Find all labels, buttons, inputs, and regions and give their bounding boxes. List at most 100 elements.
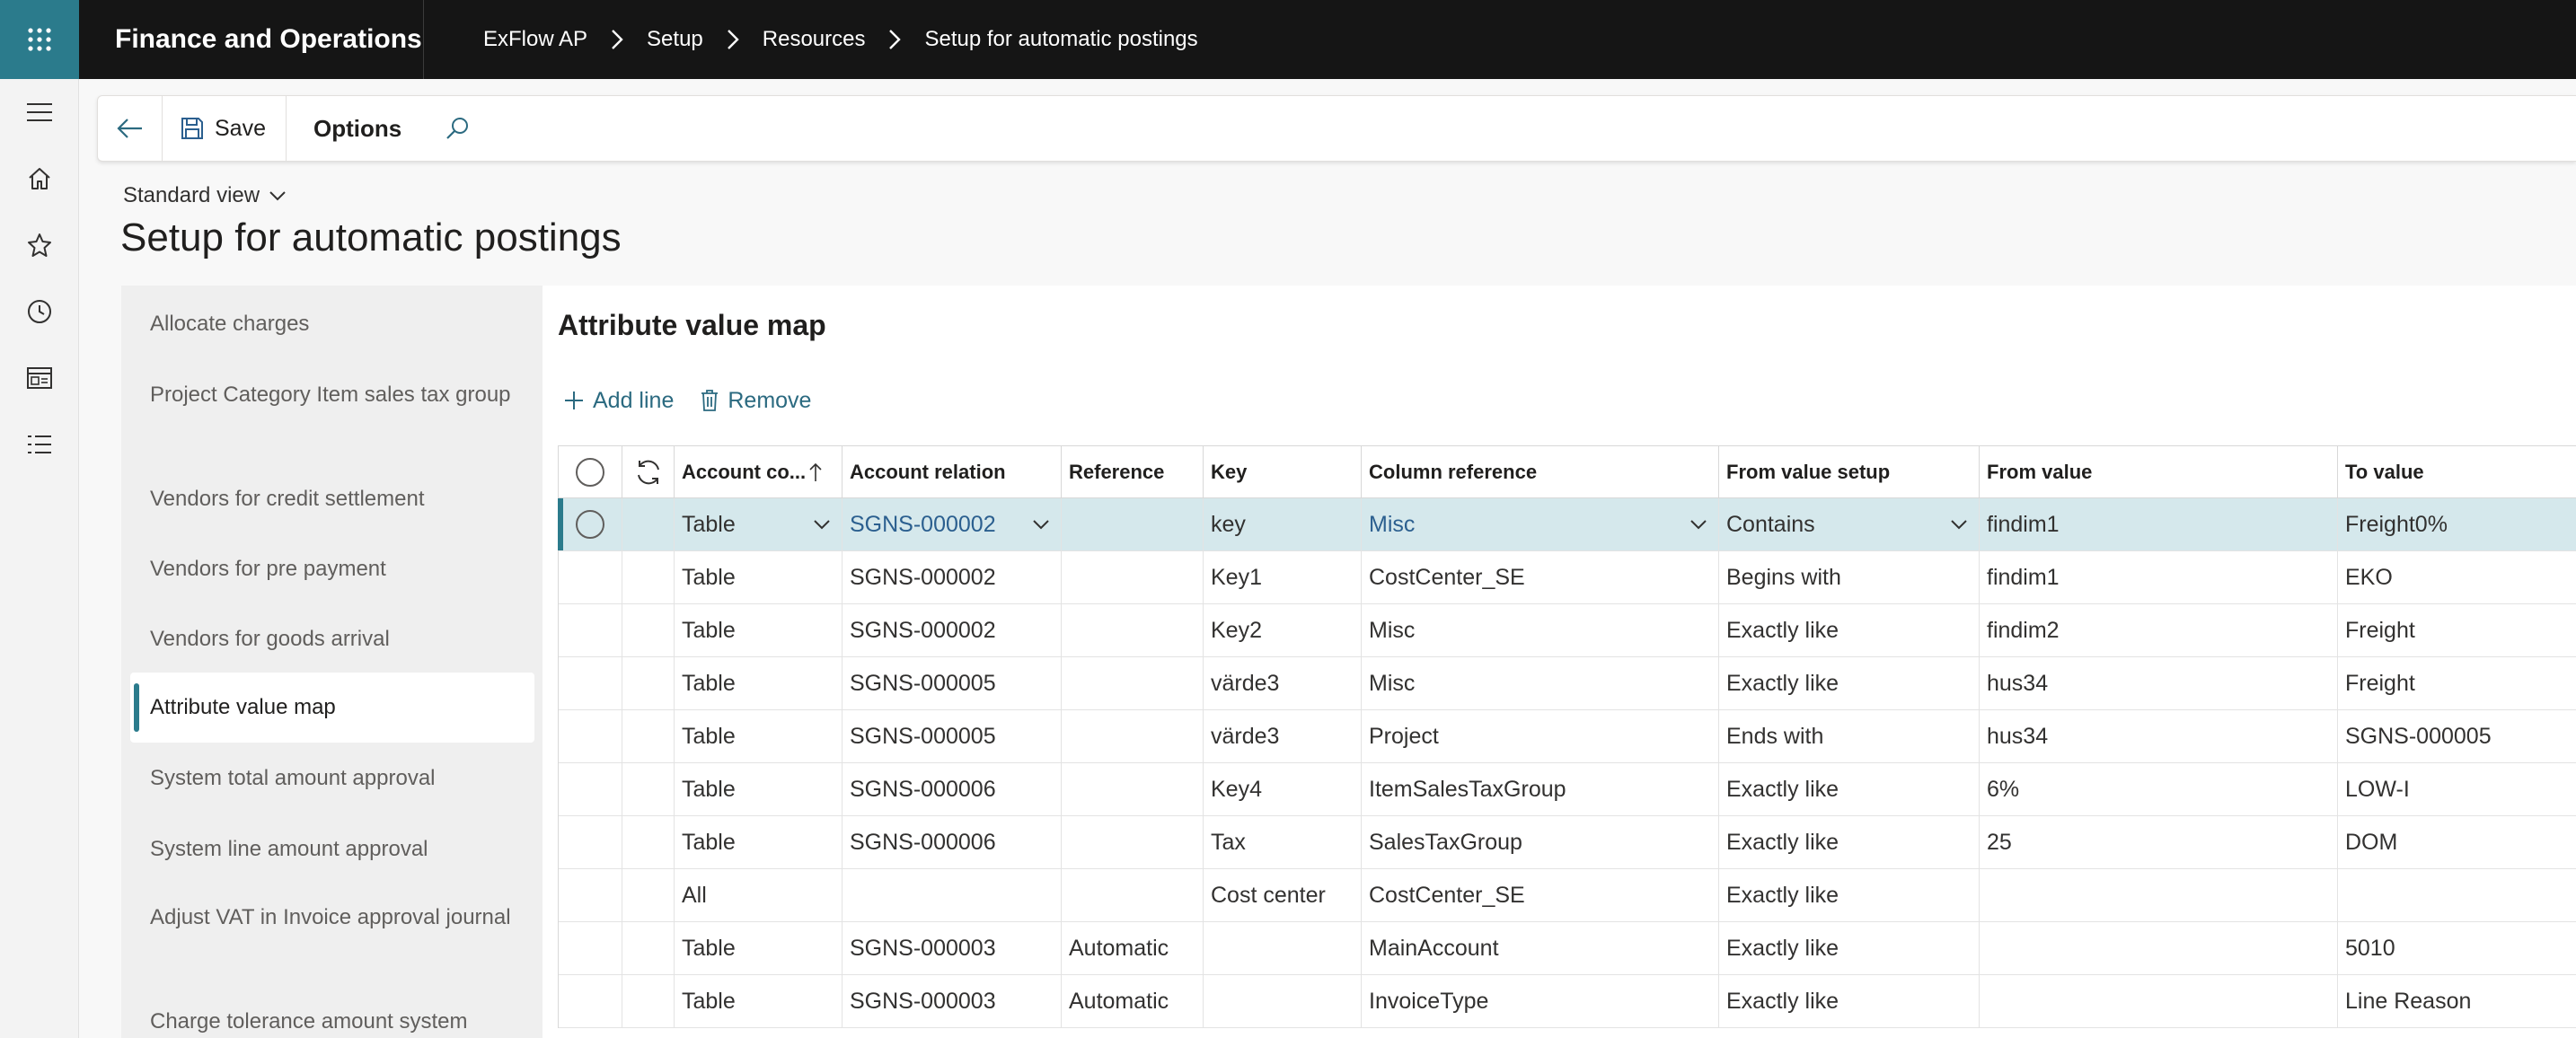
modules-button[interactable] bbox=[0, 411, 79, 478]
breadcrumb-item-current[interactable]: Setup for automatic postings bbox=[924, 27, 1197, 52]
from-value-setup-cell[interactable]: Exactly like bbox=[1719, 657, 1980, 709]
table-row[interactable]: Table SGNS-000005 värde3 Misc Exactly li… bbox=[559, 657, 2576, 710]
tab-vendors-for-goods-arrival[interactable]: Vendors for goods arrival bbox=[130, 621, 534, 657]
account-code-cell[interactable]: Table bbox=[675, 604, 842, 656]
select-all-checkbox[interactable] bbox=[559, 446, 622, 497]
key-cell[interactable]: Key2 bbox=[1204, 604, 1362, 656]
account-code-cell[interactable]: All bbox=[675, 869, 842, 921]
account-relation-cell[interactable]: SGNS-000003 bbox=[842, 922, 1062, 974]
column-header-account-code[interactable]: Account co... bbox=[675, 446, 842, 497]
table-row[interactable]: Table SGNS-000003 Automatic InvoiceType … bbox=[559, 975, 2576, 1028]
account-relation-cell[interactable]: SGNS-000006 bbox=[842, 816, 1062, 868]
key-cell[interactable]: Key1 bbox=[1204, 551, 1362, 603]
breadcrumb-item-setup[interactable]: Setup bbox=[647, 27, 703, 52]
table-row[interactable]: Table SGNS-000006 Tax SalesTaxGroup Exac… bbox=[559, 816, 2576, 869]
column-reference-select[interactable]: Misc bbox=[1362, 498, 1719, 550]
favorites-button[interactable] bbox=[0, 212, 79, 278]
breadcrumb-item-resources[interactable]: Resources bbox=[763, 27, 866, 52]
row-selector[interactable] bbox=[559, 551, 622, 603]
column-header-key[interactable]: Key bbox=[1204, 446, 1362, 497]
save-button[interactable]: Save bbox=[163, 95, 287, 162]
reference-cell[interactable]: Automatic bbox=[1062, 975, 1204, 1027]
from-value-setup-cell[interactable]: Exactly like bbox=[1719, 816, 1980, 868]
account-code-cell[interactable]: Table bbox=[675, 551, 842, 603]
key-cell[interactable]: Tax bbox=[1204, 816, 1362, 868]
reference-cell[interactable] bbox=[1062, 657, 1204, 709]
column-reference-cell[interactable]: InvoiceType bbox=[1362, 975, 1719, 1027]
row-selector[interactable] bbox=[559, 763, 622, 815]
to-value-cell[interactable] bbox=[2338, 869, 2576, 921]
from-value-cell[interactable]: hus34 bbox=[1980, 657, 2338, 709]
key-cell[interactable]: Cost center bbox=[1204, 869, 1362, 921]
to-value-input[interactable]: Freight0% bbox=[2338, 498, 2576, 550]
table-row[interactable]: Table SGNS-000002 Key1 CostCenter_SE Beg… bbox=[559, 551, 2576, 604]
from-value-cell[interactable] bbox=[1980, 975, 2338, 1027]
row-select-checkbox[interactable] bbox=[559, 498, 622, 550]
key-cell[interactable] bbox=[1204, 975, 1362, 1027]
key-cell[interactable] bbox=[1204, 922, 1362, 974]
column-header-reference[interactable]: Reference bbox=[1062, 446, 1204, 497]
from-value-setup-cell[interactable]: Exactly like bbox=[1719, 975, 1980, 1027]
account-code-cell[interactable]: Table bbox=[675, 710, 842, 762]
from-value-cell[interactable]: 6% bbox=[1980, 763, 2338, 815]
key-cell[interactable]: Key4 bbox=[1204, 763, 1362, 815]
breadcrumb-item-exflow-ap[interactable]: ExFlow AP bbox=[483, 27, 587, 52]
tab-allocate-charges[interactable]: Allocate charges bbox=[130, 306, 534, 342]
from-value-setup-cell[interactable]: Exactly like bbox=[1719, 604, 1980, 656]
account-code-cell[interactable]: Table bbox=[675, 763, 842, 815]
table-row[interactable]: Table SGNS-000006 Key4 ItemSalesTaxGroup… bbox=[559, 763, 2576, 816]
to-value-cell[interactable]: Freight bbox=[2338, 657, 2576, 709]
workspaces-button[interactable] bbox=[0, 345, 79, 411]
expand-navigation-button[interactable] bbox=[0, 79, 79, 145]
from-value-cell[interactable] bbox=[1980, 922, 2338, 974]
app-title[interactable]: Finance and Operations bbox=[79, 0, 424, 79]
to-value-cell[interactable]: DOM bbox=[2338, 816, 2576, 868]
column-header-to-value[interactable]: To value bbox=[2338, 446, 2576, 497]
column-reference-cell[interactable]: Project bbox=[1362, 710, 1719, 762]
column-reference-cell[interactable]: Misc bbox=[1362, 604, 1719, 656]
column-reference-cell[interactable]: ItemSalesTaxGroup bbox=[1362, 763, 1719, 815]
reference-cell[interactable] bbox=[1062, 604, 1204, 656]
account-relation-cell[interactable]: SGNS-000006 bbox=[842, 763, 1062, 815]
column-header-from-value-setup[interactable]: From value setup bbox=[1719, 446, 1980, 497]
key-input[interactable]: key bbox=[1204, 498, 1362, 550]
column-header-from-value[interactable]: From value bbox=[1980, 446, 2338, 497]
row-selector[interactable] bbox=[559, 816, 622, 868]
options-tab[interactable]: Options bbox=[287, 95, 427, 162]
tab-system-line-amount-approval[interactable]: System line amount approval bbox=[130, 831, 534, 867]
from-value-setup-cell[interactable]: Ends with bbox=[1719, 710, 1980, 762]
key-cell[interactable]: värde3 bbox=[1204, 710, 1362, 762]
tab-project-category-item-sales-tax-group[interactable]: Project Category Item sales tax group bbox=[130, 377, 534, 413]
account-relation-cell[interactable]: SGNS-000002 bbox=[842, 551, 1062, 603]
reference-cell[interactable] bbox=[1062, 816, 1204, 868]
column-header-account-relation[interactable]: Account relation bbox=[842, 446, 1062, 497]
column-reference-cell[interactable]: MainAccount bbox=[1362, 922, 1719, 974]
from-value-cell[interactable]: findim2 bbox=[1980, 604, 2338, 656]
home-button[interactable] bbox=[0, 145, 79, 212]
column-reference-cell[interactable]: CostCenter_SE bbox=[1362, 869, 1719, 921]
column-reference-cell[interactable]: SalesTaxGroup bbox=[1362, 816, 1719, 868]
tab-adjust-vat-in-invoice-approval-journal[interactable]: Adjust VAT in Invoice approval journal bbox=[130, 900, 534, 936]
account-code-select[interactable]: Table bbox=[675, 498, 842, 550]
tab-charge-tolerance-amount-system[interactable]: Charge tolerance amount system bbox=[130, 1004, 534, 1038]
table-row[interactable]: Table SGNS-000002 Key2 Misc Exactly like… bbox=[559, 604, 2576, 657]
tab-attribute-value-map[interactable]: Attribute value map bbox=[130, 673, 534, 743]
app-launcher-button[interactable] bbox=[0, 0, 79, 79]
from-value-setup-cell[interactable]: Exactly like bbox=[1719, 869, 1980, 921]
to-value-cell[interactable]: EKO bbox=[2338, 551, 2576, 603]
account-relation-cell[interactable] bbox=[842, 869, 1062, 921]
reference-cell[interactable] bbox=[1062, 710, 1204, 762]
from-value-cell[interactable] bbox=[1980, 869, 2338, 921]
column-reference-cell[interactable]: Misc bbox=[1362, 657, 1719, 709]
to-value-cell[interactable]: Freight bbox=[2338, 604, 2576, 656]
reference-cell[interactable]: Automatic bbox=[1062, 922, 1204, 974]
to-value-cell[interactable]: LOW-I bbox=[2338, 763, 2576, 815]
from-value-cell[interactable]: 25 bbox=[1980, 816, 2338, 868]
column-reference-cell[interactable]: CostCenter_SE bbox=[1362, 551, 1719, 603]
from-value-setup-cell[interactable]: Exactly like bbox=[1719, 922, 1980, 974]
to-value-cell[interactable]: SGNS-000005 bbox=[2338, 710, 2576, 762]
row-selector[interactable] bbox=[559, 710, 622, 762]
table-row[interactable]: All Cost center CostCenter_SE Exactly li… bbox=[559, 869, 2576, 922]
account-relation-cell[interactable]: SGNS-000005 bbox=[842, 657, 1062, 709]
from-value-input[interactable]: findim1 bbox=[1980, 498, 2338, 550]
